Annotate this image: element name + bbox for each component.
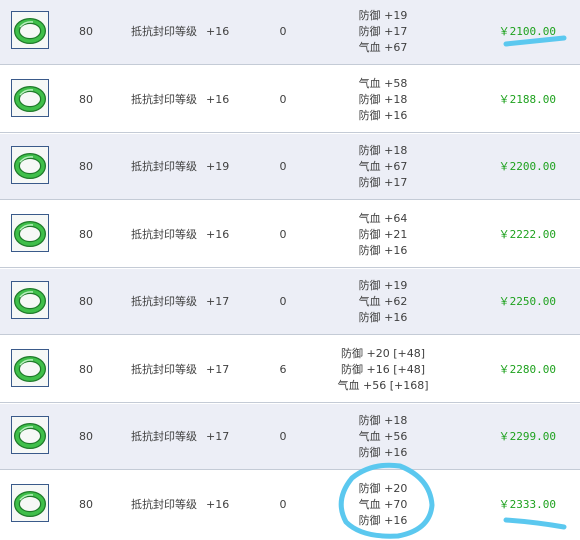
ring-icon[interactable] (11, 483, 49, 522)
item-row[interactable]: 80 抵抗封印等级 +17 0 防御 +19 气血 +62 防御 +16 ￥22… (0, 269, 580, 335)
item-extra-value: 0 (279, 25, 287, 38)
ring-icon[interactable] (11, 11, 49, 49)
item-level: 80 (79, 497, 93, 511)
stat-line: 气血 +64 (358, 211, 408, 225)
item-stats: 防御 +19 气血 +62 防御 +16 (300, 269, 466, 335)
item-extra-value: 0 (279, 92, 287, 106)
stat-line: 气血 +70 (358, 497, 408, 511)
item-row[interactable]: 80 抵抗封印等级 +16 0 防御 +20 气血 +70 防御 +16 ￥23… (0, 471, 580, 538)
item-level: 80 (79, 92, 93, 106)
ring-icon[interactable] (11, 281, 49, 319)
item-stats: 防御 +20 [+48] 防御 +16 [+48] 气血 +56 [+168] (300, 337, 466, 403)
item-stats: 防御 +20 气血 +70 防御 +16 (300, 472, 466, 538)
item-extra-value: 0 (279, 497, 287, 511)
item-attribute: 抵抗封印等级 (131, 227, 197, 241)
item-price: ￥2280.00 (498, 362, 556, 376)
item-attribute-bonus: +16 (206, 25, 230, 38)
stat-line: 气血 +56 [+168] (337, 378, 429, 392)
item-price: ￥2333.00 (498, 497, 556, 511)
ring-icon[interactable] (11, 348, 49, 387)
item-level: 80 (79, 430, 93, 443)
item-attribute: 抵抗封印等级 (131, 295, 197, 308)
item-attribute-bonus: +16 (206, 227, 230, 241)
item-attribute: 抵抗封印等级 (131, 160, 197, 173)
stat-line: 防御 +17 (358, 176, 408, 189)
item-price: ￥2188.00 (498, 92, 556, 106)
stat-line: 气血 +67 (358, 160, 408, 173)
item-row[interactable]: 80 抵抗封印等级 +17 0 防御 +18 气血 +56 防御 +16 ￥22… (0, 404, 580, 470)
item-level: 80 (79, 295, 93, 308)
stat-line: 防御 +20 [+48] (340, 346, 425, 360)
item-attribute-bonus: +16 (206, 497, 230, 511)
stat-line: 防御 +18 (358, 92, 408, 106)
ring-icon[interactable] (11, 416, 49, 454)
item-extra-value: 6 (279, 362, 287, 376)
item-row[interactable]: 80 抵抗封印等级 +17 6 防御 +20 [+48] 防御 +16 [+48… (0, 336, 580, 403)
stat-line: 防御 +16 [+48] (340, 362, 425, 376)
stat-line: 防御 +19 (358, 279, 408, 292)
item-stats: 气血 +64 防御 +21 防御 +16 (300, 202, 466, 268)
stat-line: 防御 +16 (358, 513, 408, 527)
item-extra-value: 0 (279, 227, 287, 241)
stat-line: 防御 +16 (358, 108, 408, 122)
item-price: ￥2222.00 (498, 227, 556, 241)
item-extra-value: 0 (279, 430, 287, 443)
item-level: 80 (79, 25, 93, 38)
item-price: ￥2250.00 (498, 295, 556, 308)
ring-icon[interactable] (11, 213, 49, 252)
item-attribute-bonus: +17 (206, 430, 230, 443)
item-stats: 防御 +18 气血 +67 防御 +17 (300, 134, 466, 200)
item-level: 80 (79, 227, 93, 241)
item-price: ￥2200.00 (498, 160, 556, 173)
item-attribute-bonus: +16 (206, 92, 230, 106)
item-stats: 防御 +19 防御 +17 气血 +67 (300, 0, 466, 65)
stat-line: 防御 +17 (358, 25, 408, 38)
item-price: ￥2299.00 (498, 430, 556, 443)
item-extra-value: 0 (279, 295, 287, 308)
item-attribute: 抵抗封印等级 (131, 362, 197, 376)
item-level: 80 (79, 160, 93, 173)
item-row[interactable]: 80 抵抗封印等级 +16 0 防御 +19 防御 +17 气血 +67 ￥21… (0, 0, 580, 65)
ring-icon[interactable] (11, 78, 49, 117)
stat-line: 防御 +20 (358, 481, 408, 495)
item-attribute-bonus: +17 (206, 295, 230, 308)
item-stats: 气血 +58 防御 +18 防御 +16 (300, 67, 466, 133)
stat-line: 防御 +18 (358, 414, 408, 427)
item-price: ￥2100.00 (498, 25, 556, 38)
item-row[interactable]: 80 抵抗封印等级 +16 0 气血 +58 防御 +18 防御 +16 ￥21… (0, 66, 580, 133)
stat-line: 防御 +21 (358, 227, 408, 241)
stat-line: 防御 +16 (358, 311, 408, 324)
stat-line: 气血 +67 (358, 41, 408, 54)
stat-line: 防御 +18 (358, 144, 408, 157)
stat-line: 气血 +56 (358, 430, 408, 443)
item-attribute-bonus: +17 (206, 362, 230, 376)
item-extra-value: 0 (279, 160, 287, 173)
stat-line: 防御 +19 (358, 9, 408, 22)
stat-line: 防御 +16 (358, 446, 408, 459)
stat-line: 气血 +62 (358, 295, 408, 308)
item-attribute: 抵抗封印等级 (131, 25, 197, 38)
item-stats: 防御 +18 气血 +56 防御 +16 (300, 404, 466, 470)
item-row[interactable]: 80 抵抗封印等级 +16 0 气血 +64 防御 +21 防御 +16 ￥22… (0, 201, 580, 268)
item-attribute-bonus: +19 (206, 160, 230, 173)
item-attribute: 抵抗封印等级 (131, 430, 197, 443)
item-attribute: 抵抗封印等级 (131, 92, 197, 106)
item-attribute: 抵抗封印等级 (131, 497, 197, 511)
item-row[interactable]: 80 抵抗封印等级 +19 0 防御 +18 气血 +67 防御 +17 ￥22… (0, 134, 580, 200)
item-level: 80 (79, 362, 93, 376)
stat-line: 气血 +58 (358, 76, 408, 90)
stat-line: 防御 +16 (358, 243, 408, 257)
ring-icon[interactable] (11, 146, 49, 184)
